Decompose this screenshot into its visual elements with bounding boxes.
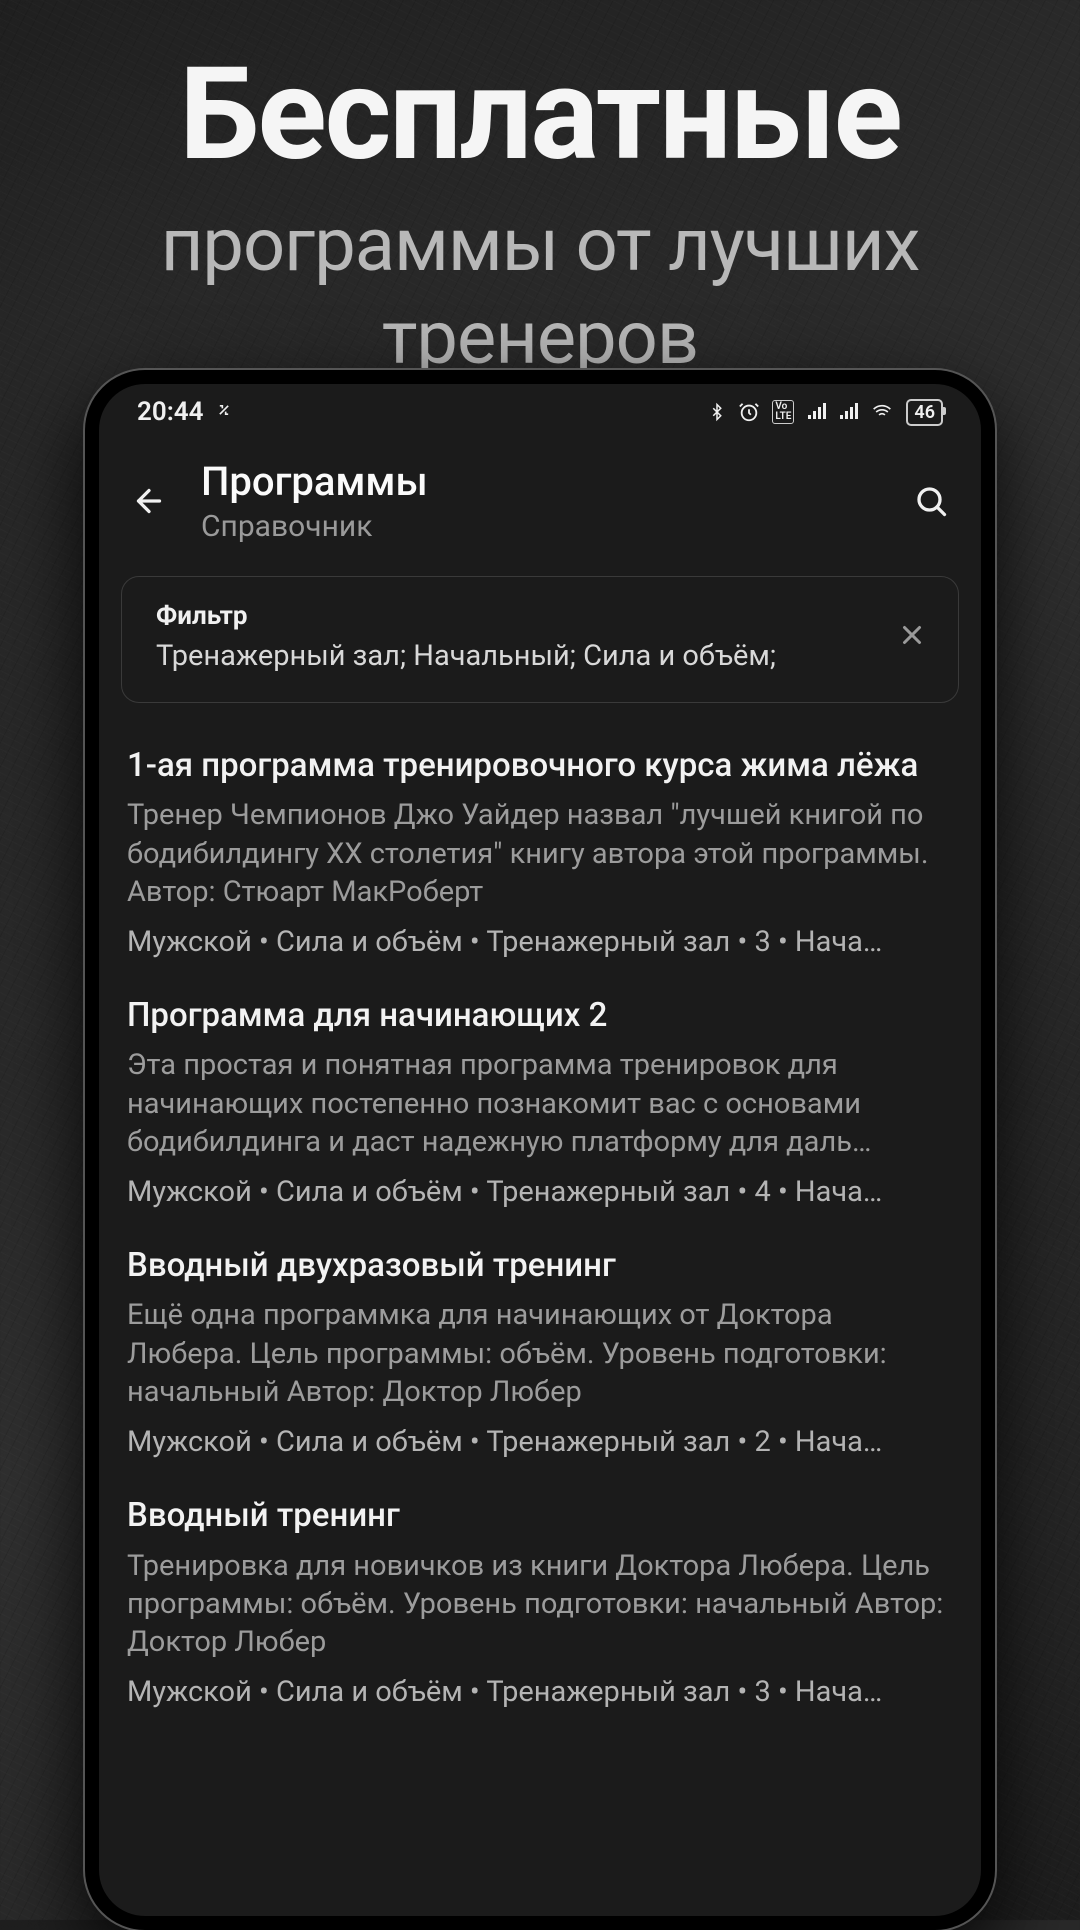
- alarm-icon: [738, 401, 760, 423]
- item-description: Ещё одна программка для начинающих от До…: [127, 1296, 953, 1411]
- filter-card[interactable]: Фильтр Тренажерный зал; Начальный; Сила …: [121, 576, 959, 703]
- status-time: 20:44: [137, 397, 204, 427]
- search-button[interactable]: [907, 477, 955, 525]
- item-description: Эта простая и понятная программа трениро…: [127, 1046, 953, 1161]
- wifi-icon: [870, 402, 894, 422]
- page-subtitle: Справочник: [201, 509, 879, 544]
- signal-2-icon: [838, 403, 858, 421]
- clear-filter-button[interactable]: [892, 615, 932, 655]
- promo-subline: программы от лучших тренеров: [0, 200, 1080, 385]
- bluetooth-icon: [708, 400, 726, 424]
- item-title: Вводный двухразовый тренинг: [127, 1245, 953, 1286]
- list-item[interactable]: 1-ая программа тренировочного курса жима…: [99, 715, 981, 965]
- back-button[interactable]: [125, 477, 173, 525]
- program-list[interactable]: 1-ая программа тренировочного курса жима…: [99, 711, 981, 1916]
- list-item[interactable]: Вводный двухразовый тренинг Ещё одна про…: [99, 1215, 981, 1465]
- item-tags: Мужской • Сила и объём • Тренажерный зал…: [127, 1175, 953, 1209]
- status-bar: 20:44 VoLTE: [99, 384, 981, 440]
- item-description: Тренировка для новичков из книги Доктора…: [127, 1547, 953, 1662]
- item-tags: Мужской • Сила и объём • Тренажерный зал…: [127, 925, 953, 959]
- sync-icon: [214, 397, 234, 427]
- list-item[interactable]: Программа для начинающих 2 Эта простая и…: [99, 965, 981, 1215]
- app-bar: Программы Справочник: [99, 440, 981, 554]
- item-title: Программа для начинающих 2: [127, 995, 953, 1036]
- filter-value: Тренажерный зал; Начальный; Сила и объём…: [156, 637, 876, 676]
- page-title: Программы: [201, 458, 879, 505]
- item-tags: Мужской • Сила и объём • Тренажерный зал…: [127, 1675, 953, 1709]
- app-screen: 20:44 VoLTE: [99, 384, 981, 1916]
- signal-1-icon: [806, 403, 826, 421]
- item-title: Вводный тренинг: [127, 1495, 953, 1536]
- volte-icon: VoLTE: [772, 400, 794, 424]
- arrow-left-icon: [131, 483, 167, 519]
- search-icon: [913, 483, 949, 519]
- item-title: 1-ая программа тренировочного курса жима…: [127, 745, 953, 786]
- close-icon: [897, 620, 927, 650]
- phone-frame: 20:44 VoLTE: [85, 370, 995, 1930]
- list-item[interactable]: Вводный тренинг Тренировка для новичков …: [99, 1465, 981, 1715]
- promo-headline: Бесплатные: [0, 40, 1080, 190]
- item-tags: Мужской • Сила и объём • Тренажерный зал…: [127, 1425, 953, 1459]
- battery-indicator: 46: [906, 399, 943, 426]
- item-description: Тренер Чемпионов Джо Уайдер назвал "лучш…: [127, 796, 953, 911]
- filter-label: Фильтр: [156, 601, 876, 631]
